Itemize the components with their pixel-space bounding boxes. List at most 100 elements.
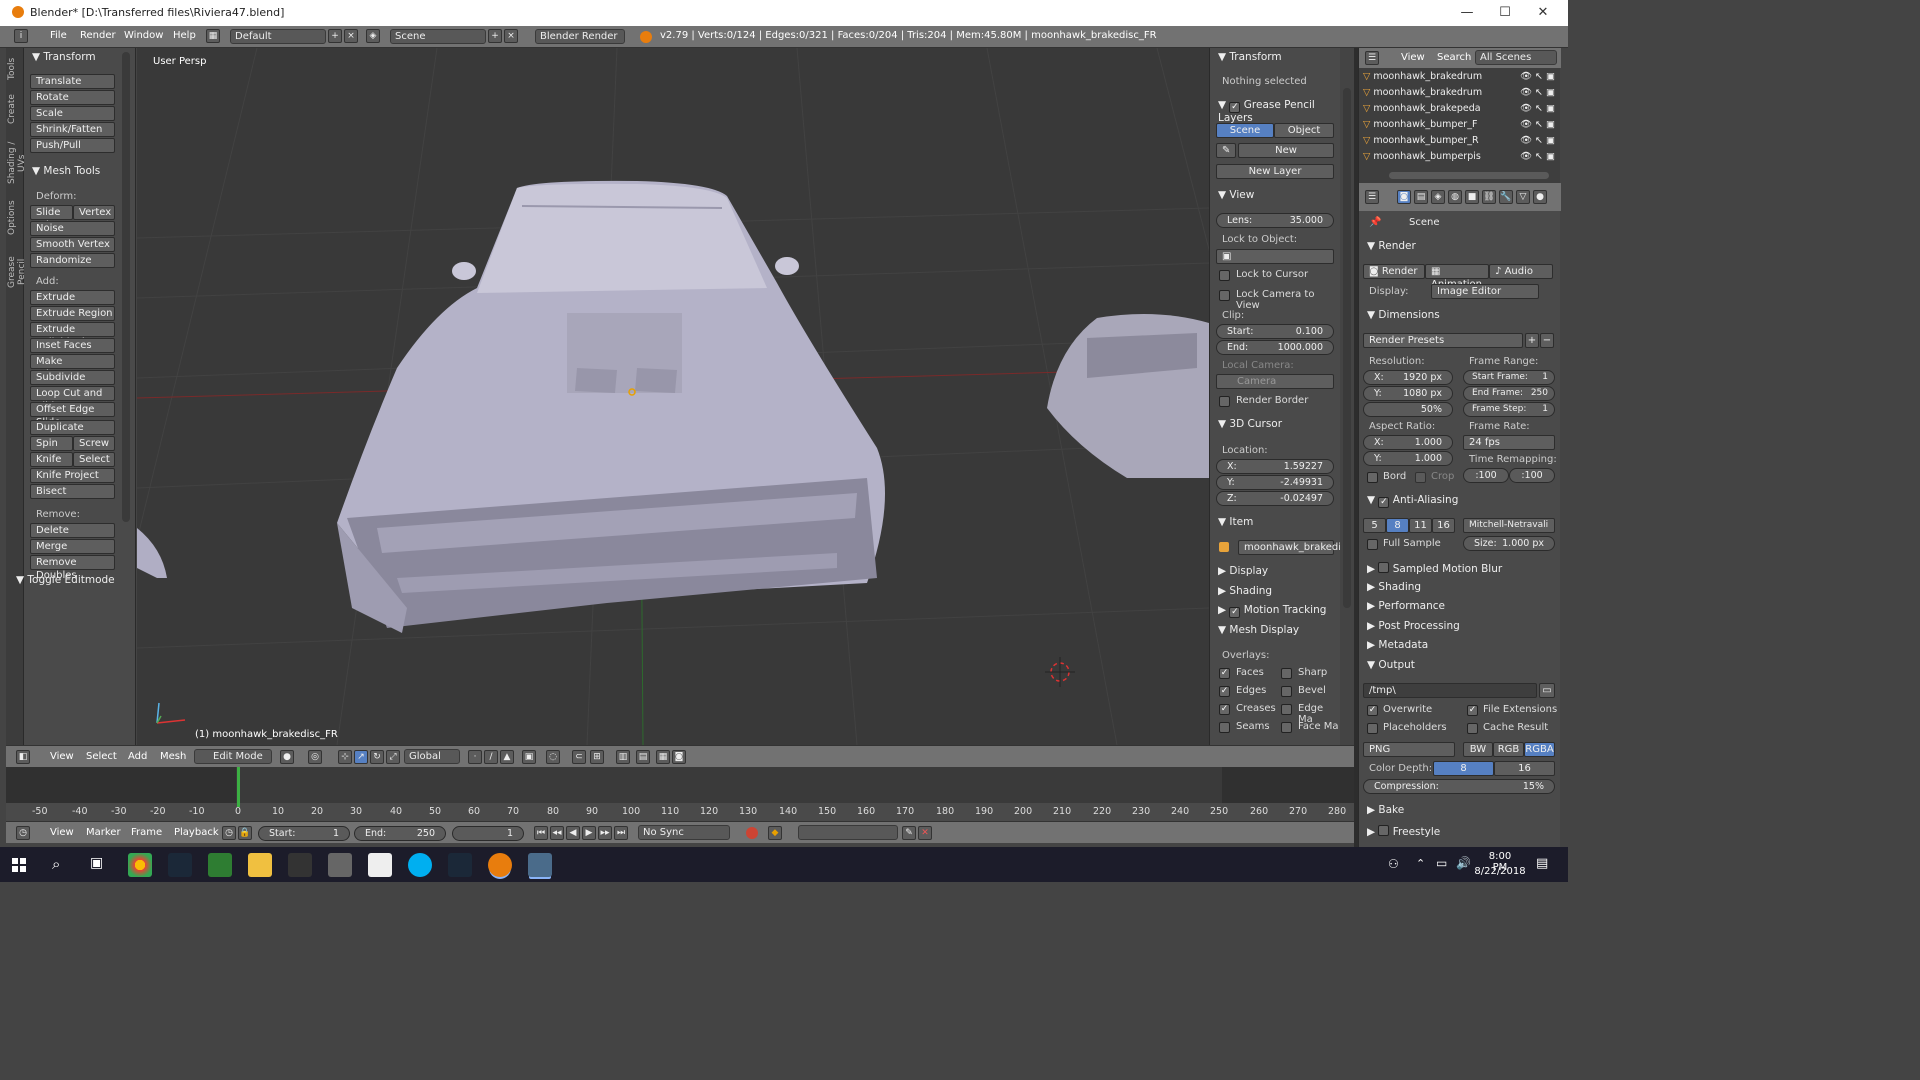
- item-panel-header[interactable]: ▼ Item: [1218, 516, 1253, 528]
- face-select-mode-icon[interactable]: ▲: [500, 750, 514, 764]
- clock-date[interactable]: 8/22/2018: [1474, 866, 1526, 877]
- push-pull-button[interactable]: Push/Pull: [30, 138, 115, 153]
- file-extensions-checkbox[interactable]: ✓: [1467, 705, 1478, 716]
- inset-faces-button[interactable]: Inset Faces: [30, 338, 115, 353]
- loop-cut-button[interactable]: Loop Cut and Slide: [30, 386, 115, 412]
- knife-select-button[interactable]: Select: [73, 452, 115, 467]
- chrome-icon[interactable]: [128, 853, 152, 877]
- full-sample-checkbox[interactable]: [1367, 539, 1378, 550]
- cursor-x-field[interactable]: X: 1.59227: [1216, 459, 1334, 474]
- sharp-checkbox[interactable]: [1281, 668, 1292, 679]
- visibility-icons[interactable]: 👁 ↖ ▣: [1520, 135, 1555, 146]
- cursor-z-field[interactable]: Z: -0.02497: [1216, 491, 1334, 506]
- noise-button[interactable]: Noise: [30, 221, 115, 236]
- close-button[interactable]: ✕: [1528, 2, 1558, 24]
- fps-select[interactable]: 24 fps: [1463, 435, 1555, 450]
- vp-mesh-menu[interactable]: Mesh: [160, 751, 186, 762]
- file-format-select[interactable]: PNG: [1363, 742, 1455, 757]
- pivot-point-icon[interactable]: ◎: [308, 750, 322, 764]
- tray-chevron-icon[interactable]: ⌃: [1416, 857, 1425, 870]
- tl-frame-menu[interactable]: Frame: [131, 827, 162, 838]
- constraints-tab-icon[interactable]: ⛓: [1482, 190, 1496, 204]
- motion-blur-panel-header[interactable]: ▶ Sampled Motion Blur: [1367, 561, 1502, 575]
- knife-project-button[interactable]: Knife Project: [30, 468, 115, 483]
- preview-range-icon[interactable]: ◷: [222, 826, 236, 840]
- outliner-row[interactable]: ▽ moonhawk_bumper_F 👁 ↖ ▣: [1363, 119, 1557, 135]
- item-name-field[interactable]: moonhawk_brakedi...: [1238, 540, 1351, 555]
- scene-tab-icon[interactable]: ◈: [1431, 190, 1445, 204]
- 3d-viewport[interactable]: User Persp (1) moonhawk_brakedisc_FR: [137, 48, 1209, 745]
- duplicate-button[interactable]: Duplicate: [30, 420, 115, 435]
- edges-checkbox[interactable]: ✓: [1219, 686, 1230, 697]
- output-path-field[interactable]: /tmp\: [1363, 683, 1537, 698]
- outliner-view-menu[interactable]: View: [1401, 52, 1425, 63]
- animation-button[interactable]: ▦ Animation: [1425, 264, 1489, 290]
- viewport-shading-icon[interactable]: ●: [280, 750, 294, 764]
- scene-field[interactable]: Scene: [390, 29, 486, 44]
- file-explorer-icon[interactable]: [248, 853, 272, 877]
- delete-select[interactable]: Delete: [30, 523, 115, 538]
- engine-mesh[interactable]: [1047, 314, 1209, 478]
- freestyle-header[interactable]: ▶ Freestyle: [1367, 824, 1440, 838]
- freestyle-checkbox[interactable]: [1378, 825, 1390, 836]
- notifications-icon[interactable]: ▤: [1536, 856, 1548, 871]
- folder-icon[interactable]: ▭: [1539, 683, 1555, 698]
- filter-size-field[interactable]: Size: 1.000 px: [1463, 536, 1555, 551]
- faces-checkbox[interactable]: ✓: [1219, 668, 1230, 679]
- pin-icon[interactable]: 📌: [1369, 217, 1381, 228]
- maximize-button[interactable]: ☐: [1490, 2, 1520, 24]
- motion-tracking-panel-header[interactable]: ▶ ✓ Motion Tracking: [1218, 604, 1326, 618]
- proportional-edit-icon[interactable]: ◌: [546, 750, 560, 764]
- occlude-geometry-icon[interactable]: ▣: [522, 750, 536, 764]
- blender-taskbar-icon[interactable]: [488, 853, 512, 877]
- play-icon[interactable]: ▶: [582, 826, 596, 840]
- slide-vertex-button[interactable]: Vertex: [73, 205, 115, 220]
- remove-doubles-button[interactable]: Remove Doubles: [30, 555, 115, 581]
- remap-new-field[interactable]: :100: [1509, 468, 1555, 483]
- 3d-cursor-icon[interactable]: [1045, 657, 1075, 687]
- metadata-header[interactable]: ▶ Metadata: [1367, 639, 1428, 651]
- post-processing-header[interactable]: ▶ Post Processing: [1367, 620, 1460, 632]
- make-edge-face-button[interactable]: Make Edge/Face: [30, 354, 115, 380]
- render-engine-select[interactable]: Blender Render: [535, 29, 625, 44]
- vp-add-menu[interactable]: Add: [128, 751, 147, 762]
- cursor-y-field[interactable]: Y: -2.49931: [1216, 475, 1334, 490]
- tab-options[interactable]: Options: [7, 198, 23, 238]
- jump-start-icon[interactable]: ⏮: [534, 826, 548, 840]
- network-icon[interactable]: ▭: [1436, 856, 1447, 870]
- current-frame-field[interactable]: 1: [452, 826, 524, 841]
- timeline-editor-icon[interactable]: ◷: [16, 826, 30, 840]
- remove-preset-icon[interactable]: −: [1540, 333, 1554, 348]
- visibility-icons[interactable]: 👁 ↖ ▣: [1520, 71, 1555, 82]
- outliner-row[interactable]: ▽ moonhawk_brakedrum 👁 ↖ ▣: [1363, 87, 1557, 103]
- skype-icon[interactable]: [408, 853, 432, 877]
- placeholders-checkbox[interactable]: [1367, 723, 1378, 734]
- play-reverse-icon[interactable]: ◀: [566, 826, 580, 840]
- edge-marks-checkbox[interactable]: [1281, 704, 1292, 715]
- outliner-search-menu[interactable]: Search: [1437, 52, 1471, 63]
- interaction-mode-select[interactable]: Edit Mode: [194, 749, 272, 764]
- material-tab-icon[interactable]: ●: [1533, 190, 1547, 204]
- dimensions-panel-header[interactable]: ▼ Dimensions: [1367, 309, 1440, 321]
- photos-icon[interactable]: [528, 853, 552, 877]
- cache-result-checkbox[interactable]: [1467, 723, 1478, 734]
- tab-shading-uvs[interactable]: Shading / UVs: [7, 132, 27, 194]
- vp-select-menu[interactable]: Select: [86, 751, 117, 762]
- vp-view-menu[interactable]: View: [50, 751, 74, 762]
- spin-button[interactable]: Spin: [30, 436, 73, 451]
- add-scene-icon[interactable]: +: [488, 29, 502, 43]
- menu-window[interactable]: Window: [124, 30, 163, 41]
- remove-scene-icon[interactable]: ×: [504, 29, 518, 43]
- visibility-icons[interactable]: 👁 ↖ ▣: [1520, 151, 1555, 162]
- timeline-start-field[interactable]: Start: 1: [258, 826, 350, 841]
- aa-samples-8[interactable]: 8: [1386, 518, 1409, 533]
- knife-button[interactable]: Knife: [30, 452, 73, 467]
- notepad-plus-icon[interactable]: [208, 853, 232, 877]
- motion-tracking-checkbox[interactable]: ✓: [1229, 607, 1241, 618]
- toolshelf-scrollbar[interactable]: [122, 52, 130, 522]
- shading-header[interactable]: ▶ Shading: [1367, 581, 1421, 593]
- outliner-row[interactable]: ▽ moonhawk_brakepeda 👁 ↖ ▣: [1363, 103, 1557, 119]
- sync-mode-select[interactable]: No Sync: [638, 825, 730, 840]
- display-panel-header[interactable]: ▶ Display: [1218, 565, 1268, 577]
- new-layer-button[interactable]: New Layer: [1216, 164, 1334, 179]
